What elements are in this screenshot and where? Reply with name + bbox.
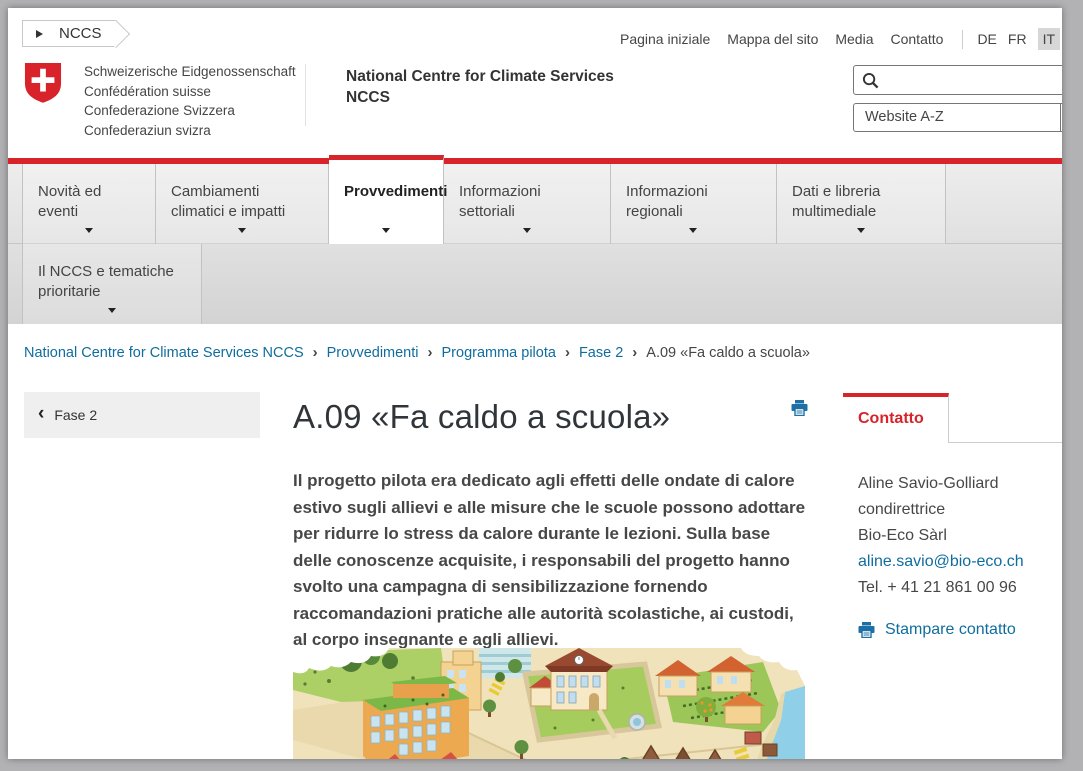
nav-provvedimenti-active[interactable]: Provvedimenti (329, 155, 444, 244)
website-az-label: Website A-Z (854, 104, 1060, 131)
breadcrumb-separator: › (632, 344, 637, 361)
page: NCCS Pagina iniziale Mappa del sito Medi… (8, 8, 1062, 759)
nav-item-label: Informazioni regionali (626, 183, 708, 220)
logo-line-2: Confédération suisse (84, 82, 296, 102)
website-az-dropdown[interactable]: Website A-Z (853, 103, 1062, 132)
town-illustration-image (293, 648, 805, 759)
back-link-label: Fase 2 (54, 407, 97, 423)
breadcrumb-separator: › (428, 344, 433, 361)
printer-icon (858, 622, 875, 638)
chevron-left-icon: ‹ (38, 403, 44, 425)
swiss-coat-of-arms-icon (24, 62, 62, 103)
nav-item-label: Informazioni settoriali (459, 183, 541, 220)
breadcrumb-separator: › (313, 344, 318, 361)
nav-informazioni-settoriali[interactable]: Informazioni settoriali (444, 164, 611, 244)
accent-red-bar (8, 158, 1062, 164)
nav-row-2: Il NCCS e tematiche prioritarie (8, 244, 1062, 324)
breadcrumb-fase-2[interactable]: Fase 2 (579, 345, 623, 361)
search-input[interactable] (886, 67, 1062, 93)
logo-line-4: Confederaziun svizra (84, 121, 296, 141)
logo-text: Schweizerische Eidgenossenschaft Confédé… (84, 62, 296, 140)
contact-tab-border (949, 442, 1062, 443)
print-page-button[interactable] (791, 400, 808, 421)
nav-il-nccs-e-tematiche[interactable]: Il NCCS e tematiche prioritarie (22, 244, 202, 324)
breadcrumb: National Centre for Climate Services NCC… (24, 344, 810, 361)
back-link-fase-2[interactable]: ‹ Fase 2 (24, 392, 260, 438)
contact-phone: Tel. + 41 21 861 00 96 (858, 575, 1024, 601)
nav-item-label: Il NCCS e tematiche prioritarie (38, 263, 174, 300)
nccs-tab-label: NCCS (59, 25, 102, 42)
breadcrumb-current: A.09 «Fa caldo a scuola» (646, 345, 810, 361)
search-box (853, 65, 1062, 95)
nav-informazioni-regionali[interactable]: Informazioni regionali (611, 164, 777, 244)
chevron-down-icon (523, 228, 531, 233)
chevron-down-icon (85, 228, 93, 233)
contact-email-link[interactable]: aline.savio@bio-eco.ch (858, 553, 1024, 570)
nav-item-label: Dati e libreria multimediale (792, 183, 880, 220)
link-contatto[interactable]: Contatto (891, 31, 944, 47)
nav-item-label: Novità ed eventi (38, 183, 101, 220)
printer-icon (791, 400, 808, 416)
dropdown-button[interactable] (1061, 104, 1062, 131)
swiss-federal-logo[interactable]: Schweizerische Eidgenossenschaft Confédé… (24, 62, 296, 140)
town-illustration (293, 648, 805, 759)
breadcrumb-home[interactable]: National Centre for Climate Services NCC… (24, 345, 304, 361)
chevron-down-icon (108, 308, 116, 313)
contact-name: Aline Savio-Golliard (858, 471, 1024, 497)
lang-de[interactable]: DE (977, 31, 996, 47)
nav-item-label: Cambiamenti climatici e impatti (171, 183, 285, 220)
logo-line-3: Confederazione Svizzera (84, 101, 296, 121)
contact-tab[interactable]: Contatto (843, 393, 949, 443)
triangle-right-icon (36, 30, 43, 38)
site-title: National Centre for Climate Services NCC… (346, 66, 646, 108)
tab-chevron-edge (101, 20, 129, 48)
nav-row-1: Novità ed eventi Cambiamenti climatici e… (8, 164, 1062, 244)
chevron-down-icon (689, 228, 697, 233)
print-contact-label: Stampare contatto (885, 621, 1016, 639)
nav-cambiamenti-climatici[interactable]: Cambiamenti climatici e impatti (156, 164, 329, 244)
main-navigation: Novità ed eventi Cambiamenti climatici e… (8, 164, 1062, 324)
nav-item-label: Provvedimenti (344, 183, 447, 200)
lang-fr[interactable]: FR (1008, 31, 1027, 47)
contact-role: condirettrice (858, 497, 1024, 523)
print-contact-button[interactable]: Stampare contatto (858, 621, 1016, 639)
page-title: A.09 «Fa caldo a scuola» (293, 398, 763, 436)
contact-details: Aline Savio-Golliard condirettrice Bio-E… (858, 471, 1024, 601)
breadcrumb-separator: › (565, 344, 570, 361)
search-icon (862, 72, 879, 89)
nccs-site-tab[interactable]: NCCS (22, 20, 116, 47)
meta-navigation: Pagina iniziale Mappa del sito Media Con… (620, 28, 1062, 50)
nav-novita-ed-eventi[interactable]: Novità ed eventi (22, 164, 156, 244)
breadcrumb-programma-pilota[interactable]: Programma pilota (442, 345, 556, 361)
chevron-down-icon (857, 228, 865, 233)
header-divider (305, 64, 306, 126)
divider (962, 30, 963, 49)
link-media[interactable]: Media (835, 31, 873, 47)
lead-paragraph: Il progetto pilota era dedicato agli eff… (293, 468, 810, 654)
contact-company: Bio-Eco Sàrl (858, 523, 1024, 549)
chevron-down-icon (382, 228, 390, 233)
link-mappa-del-sito[interactable]: Mappa del sito (727, 31, 818, 47)
logo-line-1: Schweizerische Eidgenossenschaft (84, 62, 296, 82)
chevron-down-icon (238, 228, 246, 233)
contact-box: Contatto Aline Savio-Golliard condirettr… (843, 393, 1062, 693)
nav-dati-e-libreria[interactable]: Dati e libreria multimediale (777, 164, 946, 244)
link-pagina-iniziale[interactable]: Pagina iniziale (620, 31, 710, 47)
contact-tab-label: Contatto (843, 397, 948, 428)
breadcrumb-provvedimenti[interactable]: Provvedimenti (327, 345, 419, 361)
lang-it-active[interactable]: IT (1038, 28, 1060, 50)
